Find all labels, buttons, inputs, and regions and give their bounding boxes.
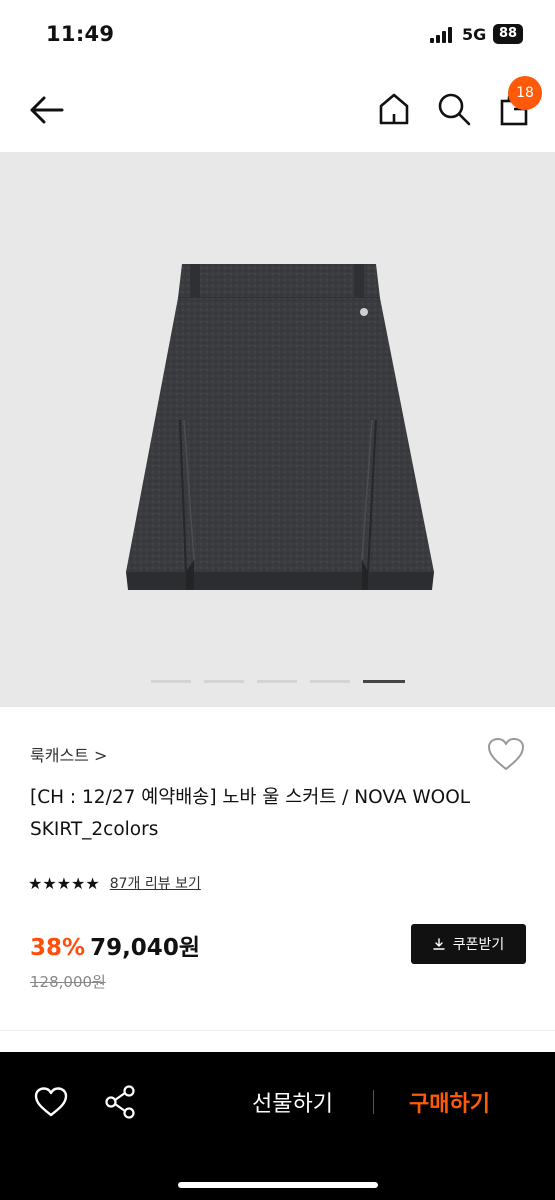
slide-dot xyxy=(204,680,244,683)
slide-indicator xyxy=(0,680,555,684)
slide-dot xyxy=(310,680,350,683)
status-bar: 11:49 5G 88 xyxy=(0,0,555,70)
download-icon xyxy=(433,938,445,950)
home-indicator xyxy=(178,1182,378,1188)
nav-bar xyxy=(0,70,555,152)
network-type: 5G xyxy=(462,25,487,44)
slide-dot-active xyxy=(363,680,405,683)
cart-count-badge[interactable]: 18 xyxy=(508,76,542,110)
sale-price: 79,040원 xyxy=(90,935,200,961)
product-title: [CH : 12/27 예약배송] 노바 울 스커트 / NOVA WOOL S… xyxy=(30,787,471,840)
price-row: 38% 79,040원 xyxy=(30,928,200,962)
review-link[interactable]: 87개 리뷰 보기 xyxy=(110,873,201,893)
coupon-download-button[interactable]: 쿠폰받기 xyxy=(411,924,526,964)
home-icon[interactable] xyxy=(378,92,410,126)
buy-button[interactable]: 구매하기 xyxy=(409,1086,490,1118)
heart-icon[interactable] xyxy=(34,1086,68,1118)
slide-dot xyxy=(257,680,297,683)
rating-row: ★★★★★ 87개 리뷰 보기 xyxy=(28,872,201,894)
separator xyxy=(373,1090,374,1114)
bottom-purchase-bar: 선물하기 구매하기 xyxy=(0,1052,555,1200)
wishlist-heart-icon[interactable] xyxy=(486,736,526,772)
product-image-gallery[interactable] xyxy=(0,152,555,707)
brand-link[interactable]: 룩캐스트 > xyxy=(30,742,107,766)
search-icon[interactable] xyxy=(437,92,471,126)
signal-icon xyxy=(430,27,452,43)
product-image xyxy=(126,264,434,590)
discount-rate: 38% xyxy=(30,935,86,961)
slide-dot xyxy=(151,680,191,683)
coupon-button-label: 쿠폰받기 xyxy=(452,937,505,953)
status-time: 11:49 xyxy=(46,22,115,46)
gift-button[interactable]: 선물하기 xyxy=(252,1086,333,1118)
share-icon[interactable] xyxy=(103,1084,137,1120)
battery-icon: 88 xyxy=(493,24,523,44)
divider xyxy=(0,1030,555,1031)
star-rating-icons: ★★★★★ xyxy=(28,873,100,893)
original-price: 128,000원 xyxy=(30,973,106,991)
back-arrow-icon[interactable] xyxy=(28,94,64,126)
